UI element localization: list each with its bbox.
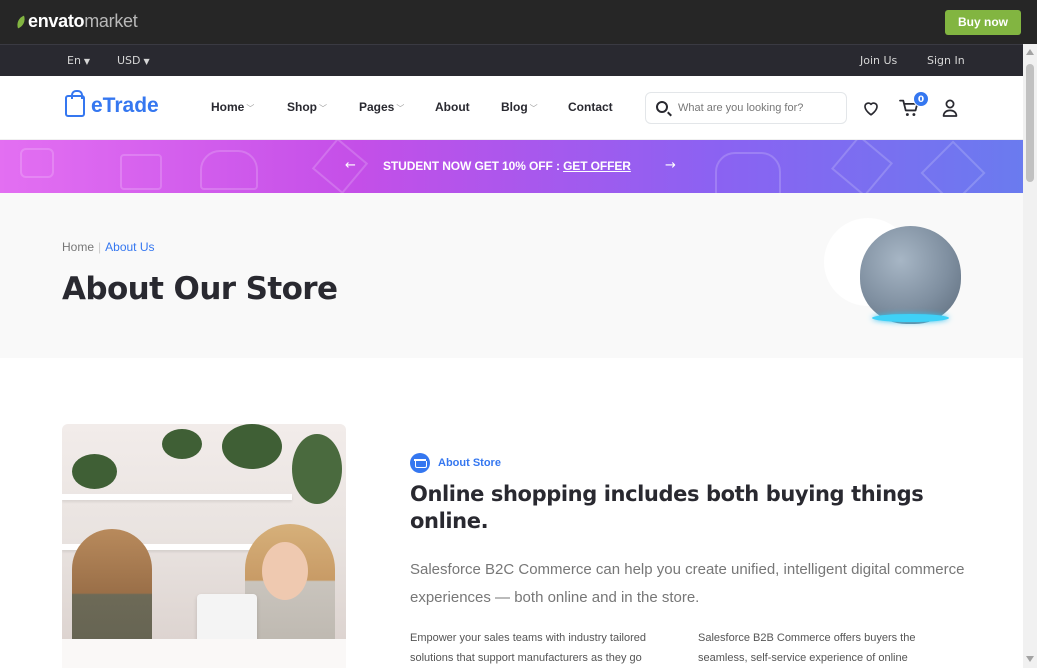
currency-select[interactable]: USD ▼ [117,54,150,67]
about-store-badge: About Store [410,453,501,473]
decor-tag-icon [920,140,986,193]
decor-bag-icon [120,154,162,190]
heart-icon[interactable] [862,99,880,117]
speaker-light-ring [872,314,949,322]
plant [162,429,202,459]
promo-message: STUDENT NOW GET 10% OFF : [383,159,560,173]
cart-count-badge: 0 [913,91,929,107]
sign-in-link[interactable]: Sign In [927,54,965,67]
store-photo [62,424,346,668]
join-us-link[interactable]: Join Us [860,54,897,67]
scrollbar-thumb[interactable] [1026,64,1034,182]
logo-text: eTrade [91,94,159,117]
about-column-2: Salesforce B2B Commerce offers buyers th… [698,632,916,664]
chevron-down-icon: ▼ [143,57,150,66]
decor-shop-icon [715,152,781,193]
nav-item-label: Blog [501,100,528,114]
language-select[interactable]: En ▼ [67,54,90,67]
etrade-logo[interactable]: eTrade [65,90,159,118]
page-title: About Our Store [62,271,338,307]
market-logo-word: market [84,11,138,31]
nav-item-label: About [435,100,470,114]
envato-logo-word: envato [28,11,85,31]
nav-item-label: Home [211,100,245,114]
nav-item-label: Contact [568,100,613,114]
language-value: En [67,54,81,67]
envato-bar: envato market Buy now [0,0,1037,44]
breadcrumb: Home | About Us [62,240,155,254]
chevron-down-icon: ﹀ [319,104,327,113]
plant [72,454,117,489]
scroll-up-icon[interactable] [1026,49,1034,55]
search-box[interactable] [645,92,847,124]
counter [62,639,346,668]
card-reader [197,594,257,644]
arrow-right-icon[interactable]: → [665,158,676,173]
top-header: En ▼ USD ▼ Join Us Sign In [0,44,1023,76]
nav-item-pages[interactable]: Pages ﹀ [359,100,404,114]
smart-speaker-image [860,226,961,324]
basket-icon [410,453,430,473]
promo-text: STUDENT NOW GET 10% OFF : GET OFFER [383,159,631,173]
nav-item-label: Shop [287,100,317,114]
nav-item-home[interactable]: Home ﹀ [211,100,254,114]
breadcrumb-section: Home | About Us About Our Store [0,193,1023,358]
breadcrumb-home[interactable]: Home [62,240,94,254]
get-offer-link[interactable]: GET OFFER [563,159,631,173]
page-scrollbar[interactable] [1023,44,1037,668]
nav-item-label: Pages [359,100,395,114]
chevron-down-icon: ▼ [83,57,91,66]
decor-bag-icon [20,148,54,178]
arrow-left-icon[interactable]: ← [345,158,356,173]
decor-shop-icon [200,150,258,190]
buy-now-button[interactable]: Buy now [945,10,1021,35]
decor-tag-icon [311,140,369,193]
breadcrumb-current: About Us [105,240,155,254]
currency-value: USD [117,54,141,67]
nav-item-contact[interactable]: Contact [568,100,613,114]
main-nav: eTrade Home ﹀ Shop ﹀ Pages ﹀ About Blog ﹀ Co… [0,76,1023,140]
shop-owner-face [262,542,308,600]
shopping-bag-icon [65,90,85,117]
plant [222,424,282,469]
chevron-down-icon: ﹀ [529,104,538,113]
nav-item-about[interactable]: About [435,100,470,114]
leaf-icon [14,15,28,28]
user-icon[interactable] [942,99,958,117]
about-lead: Salesforce B2C Commerce can help you cre… [410,561,965,606]
about-column-1: Empower your sales teams with industry t… [410,632,646,664]
promo-banner: ← STUDENT NOW GET 10% OFF : GET OFFER → [0,140,1023,193]
envato-logo[interactable]: envato market [14,11,138,32]
nav-item-shop[interactable]: Shop ﹀ [287,100,327,114]
search-input[interactable] [678,99,838,117]
about-heading: Online shopping includes both buying thi… [410,482,924,533]
nav-item-blog[interactable]: Blog ﹀ [501,100,538,114]
chevron-down-icon: ﹀ [396,104,405,113]
about-store-label: About Store [438,457,501,469]
breadcrumb-separator: | [98,240,102,254]
decor-tag-icon [831,140,893,193]
search-icon[interactable] [656,101,668,113]
scroll-down-icon[interactable] [1026,656,1034,662]
chevron-down-icon: ﹀ [246,104,255,113]
shelf [62,494,292,500]
plant [292,434,342,504]
